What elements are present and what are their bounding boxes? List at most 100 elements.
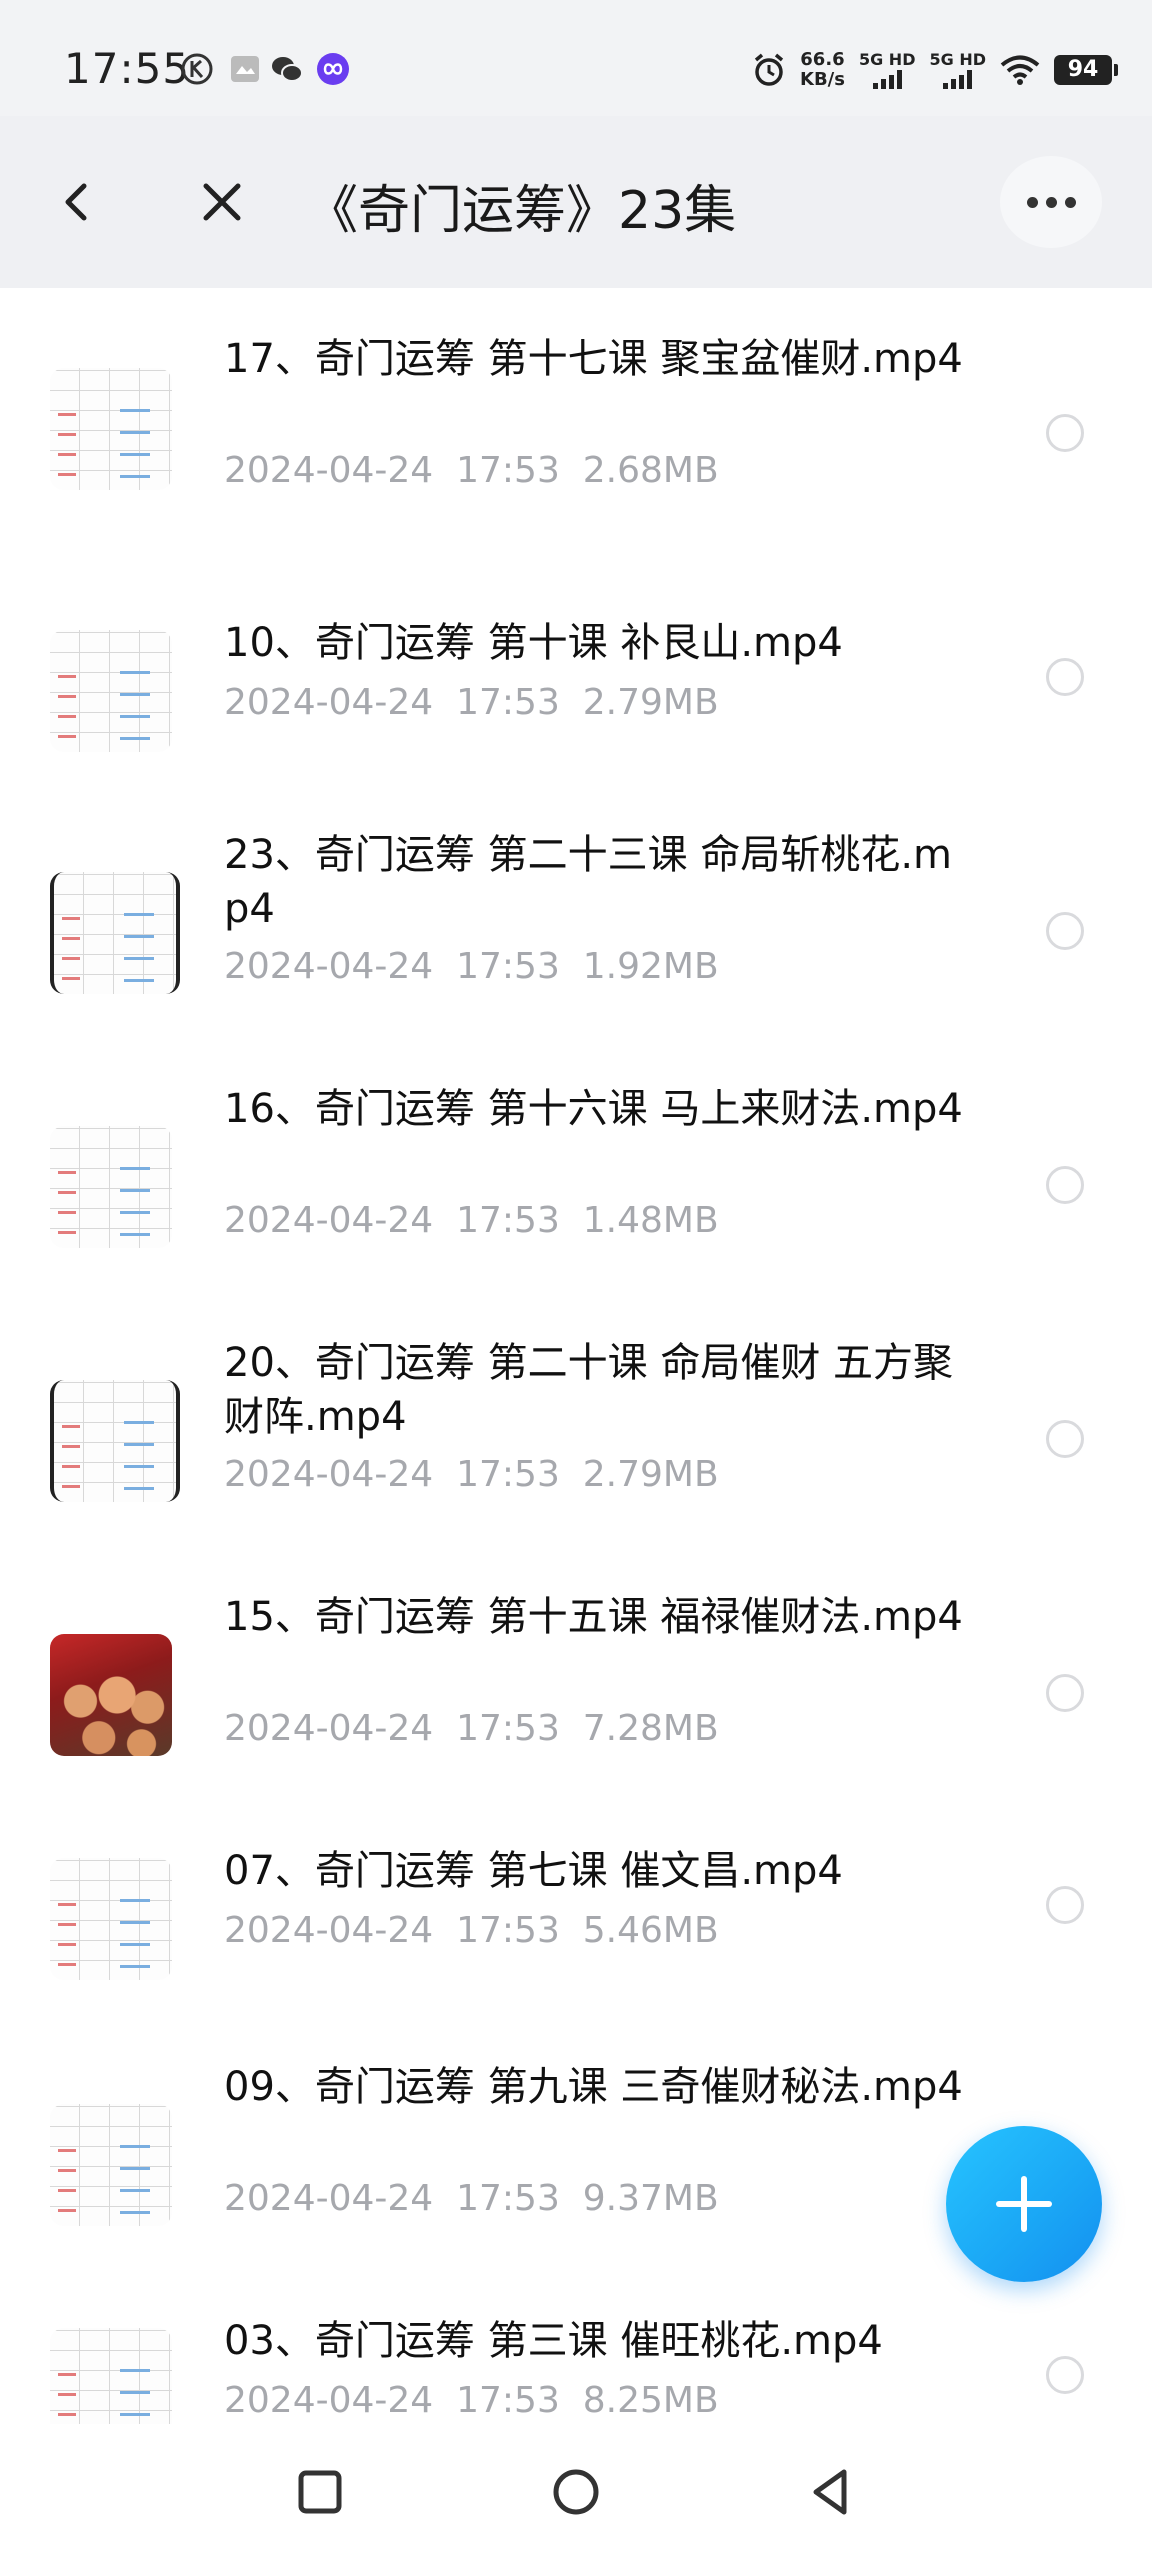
- add-button[interactable]: [946, 2126, 1102, 2282]
- list-item[interactable]: 23、奇门运筹 第二十三课 命局斩桃花.mp4 2024-04-24 17:53…: [0, 828, 1152, 1028]
- file-size: 5.46MB: [582, 1910, 719, 1951]
- back-triangle-icon[interactable]: [804, 2464, 860, 2520]
- list-item[interactable]: 16、奇门运筹 第十六课 马上来财法.mp4 2024-04-24 17:53 …: [0, 1082, 1152, 1282]
- file-name: 07、奇门运筹 第七课 催文昌.mp4: [224, 1848, 843, 1894]
- file-size: 2.68MB: [582, 450, 719, 491]
- battery-indicator: 94: [1054, 55, 1118, 85]
- file-name: 17、奇门运筹 第十七课 聚宝盆催财.mp4: [224, 336, 963, 382]
- file-time: 17:53: [456, 2178, 560, 2219]
- signal-sim1: 5G HD: [858, 50, 916, 89]
- signal-sim2-label: 5G HD: [929, 50, 986, 69]
- file-meta: 2024-04-24 17:53 1.92MB: [224, 946, 719, 987]
- file-name: 03、奇门运筹 第三课 催旺桃花.mp4: [224, 2318, 883, 2364]
- wifi-icon: [1000, 55, 1040, 85]
- network-speed-value: 66.6: [800, 49, 845, 70]
- file-name: 16、奇门运筹 第十六课 马上来财法.mp4: [224, 1086, 963, 1132]
- file-size: 1.92MB: [582, 946, 719, 987]
- file-time: 17:53: [456, 946, 560, 987]
- video-thumbnail: [50, 1858, 172, 1980]
- more-dot-icon: [1026, 196, 1038, 208]
- file-list: 17、奇门运筹 第十七课 聚宝盆催财.mp4 2024-04-24 17:53 …: [0, 288, 1152, 2424]
- file-date: 2024-04-24: [224, 450, 434, 491]
- file-time: 17:53: [456, 1200, 560, 1241]
- list-item[interactable]: 17、奇门运筹 第十七课 聚宝盆催财.mp4 2024-04-24 17:53 …: [0, 332, 1152, 552]
- video-thumbnail: [50, 872, 180, 994]
- list-item[interactable]: 20、奇门运筹 第二十课 命局催财 五方聚财阵.mp4 2024-04-24 1…: [0, 1336, 1152, 1536]
- home-icon[interactable]: [548, 2464, 604, 2520]
- recent-apps-icon[interactable]: [292, 2464, 348, 2520]
- file-size: 2.79MB: [582, 1454, 719, 1495]
- file-date: 2024-04-24: [224, 1910, 434, 1951]
- wechat-icon: [272, 57, 303, 82]
- list-item[interactable]: 03、奇门运筹 第三课 催旺桃花.mp4 2024-04-24 17:53 8.…: [0, 2314, 1152, 2424]
- app-header: 《奇门运筹》23集: [0, 116, 1152, 288]
- select-radio[interactable]: [1046, 1886, 1084, 1924]
- close-icon[interactable]: [194, 174, 250, 230]
- back-arrow-icon[interactable]: [50, 174, 106, 230]
- video-thumbnail: [50, 368, 172, 490]
- file-name: 20、奇门运筹 第二十课 命局催财 五方聚财阵.mp4: [224, 1340, 954, 1440]
- file-meta: 2024-04-24 17:53 8.25MB: [224, 2380, 719, 2421]
- file-date: 2024-04-24: [224, 2380, 434, 2421]
- list-item[interactable]: 07、奇门运筹 第七课 催文昌.mp4 2024-04-24 17:53 5.4…: [0, 1844, 1152, 2004]
- status-bar: 17:55 66.6 KB/s 5G HD 5G HD 94: [0, 0, 1152, 116]
- file-size: 2.79MB: [582, 682, 719, 723]
- gallery-icon: [231, 56, 259, 82]
- file-meta: 2024-04-24 17:53 2.79MB: [224, 682, 719, 723]
- file-time: 17:53: [456, 450, 560, 491]
- video-thumbnail: [50, 1634, 172, 1756]
- network-speed-unit: KB/s: [800, 69, 845, 90]
- select-radio[interactable]: [1046, 658, 1084, 696]
- video-thumbnail: [50, 1380, 180, 1502]
- system-nav-bar: [0, 2424, 1152, 2560]
- select-radio[interactable]: [1046, 912, 1084, 950]
- file-meta: 2024-04-24 17:53 2.68MB: [224, 450, 719, 491]
- signal-bars-icon: [943, 69, 973, 89]
- list-item[interactable]: 15、奇门运筹 第十五课 福禄催财法.mp4 2024-04-24 17:53 …: [0, 1590, 1152, 1790]
- file-date: 2024-04-24: [224, 1708, 434, 1749]
- file-meta: 2024-04-24 17:53 9.37MB: [224, 2178, 719, 2219]
- file-date: 2024-04-24: [224, 1200, 434, 1241]
- alarm-icon: [754, 53, 784, 86]
- file-meta: 2024-04-24 17:53 7.28MB: [224, 1708, 719, 1749]
- file-time: 17:53: [456, 1910, 560, 1951]
- more-dot-icon: [1064, 196, 1076, 208]
- file-date: 2024-04-24: [224, 1454, 434, 1495]
- file-meta: 2024-04-24 17:53 1.48MB: [224, 1200, 719, 1241]
- signal-bars-icon: [872, 69, 902, 89]
- select-radio[interactable]: [1046, 1420, 1084, 1458]
- file-time: 17:53: [456, 2380, 560, 2421]
- file-size: 7.28MB: [582, 1708, 719, 1749]
- file-date: 2024-04-24: [224, 946, 434, 987]
- loop-app-icon: [317, 53, 349, 85]
- video-thumbnail: [50, 2104, 172, 2226]
- file-name: 15、奇门运筹 第十五课 福禄催财法.mp4: [224, 1594, 963, 1640]
- select-radio[interactable]: [1046, 1166, 1084, 1204]
- select-radio[interactable]: [1046, 1674, 1084, 1712]
- list-item[interactable]: 10、奇门运筹 第十课 补艮山.mp4 2024-04-24 17:53 2.7…: [0, 616, 1152, 776]
- file-size: 8.25MB: [582, 2380, 719, 2421]
- network-speed: 66.6 KB/s: [800, 50, 845, 90]
- file-meta: 2024-04-24 17:53 2.79MB: [224, 1454, 719, 1495]
- signal-sim2: 5G HD: [929, 51, 986, 89]
- video-thumbnail: [50, 1126, 172, 1248]
- select-radio[interactable]: [1046, 414, 1084, 452]
- file-date: 2024-04-24: [224, 2178, 434, 2219]
- file-size: 9.37MB: [582, 2178, 719, 2219]
- more-options-button[interactable]: [1000, 156, 1102, 248]
- k-circle-icon: [181, 53, 213, 85]
- more-dot-icon: [1045, 196, 1057, 208]
- file-time: 17:53: [456, 1708, 560, 1749]
- video-thumbnail: [50, 630, 172, 752]
- file-name: 23、奇门运筹 第二十三课 命局斩桃花.mp4: [224, 832, 953, 932]
- signal-sim1-label: 5G HD: [858, 50, 916, 69]
- file-time: 17:53: [456, 682, 560, 723]
- file-time: 17:53: [456, 1454, 560, 1495]
- file-name: 09、奇门运筹 第九课 三奇催财秘法.mp4: [224, 2064, 963, 2110]
- file-date: 2024-04-24: [224, 682, 434, 723]
- file-size: 1.48MB: [582, 1200, 719, 1241]
- status-time: 17:55: [64, 44, 191, 93]
- video-thumbnail: [50, 2328, 172, 2424]
- file-meta: 2024-04-24 17:53 5.46MB: [224, 1910, 719, 1951]
- select-radio[interactable]: [1046, 2356, 1084, 2394]
